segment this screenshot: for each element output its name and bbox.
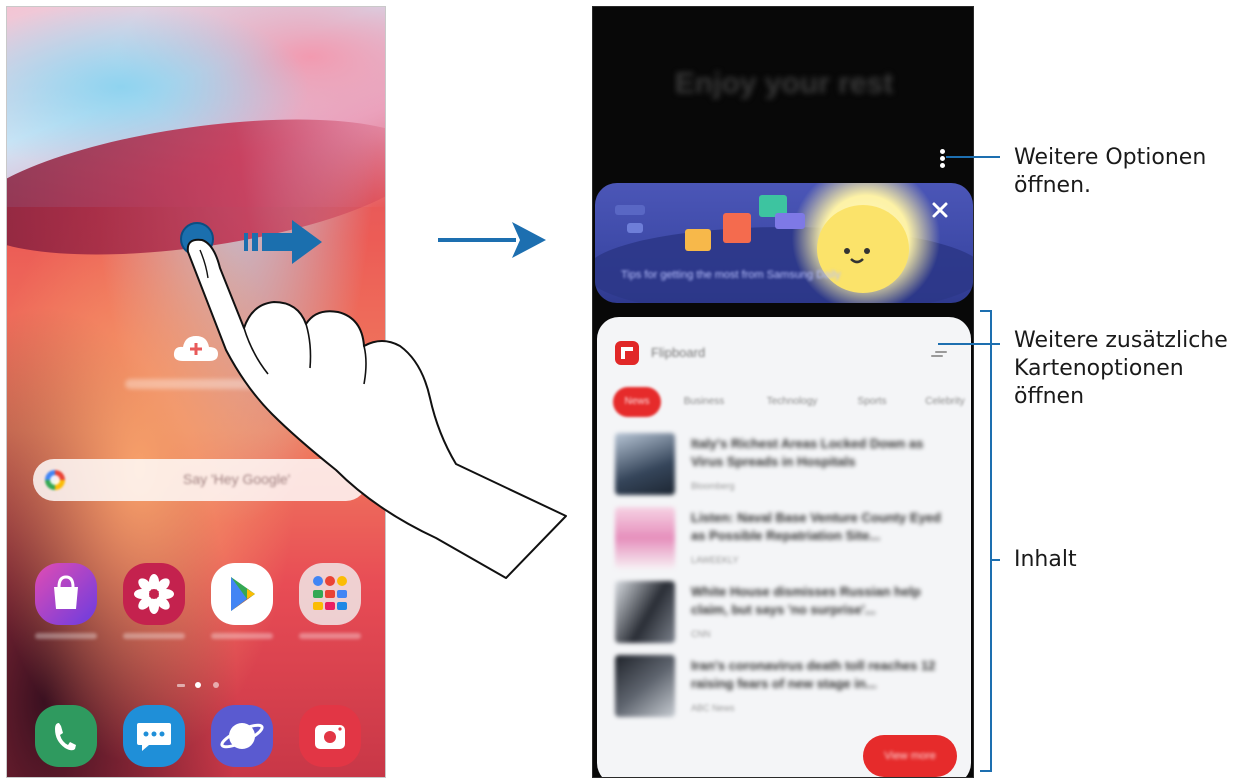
callout-content: Inhalt [1014, 547, 1077, 572]
messages-app[interactable] [123, 705, 185, 767]
flipboard-card[interactable]: Flipboard News Business Technology Sport… [597, 317, 971, 777]
news-title: Iran's coronavirus death toll reaches 12… [691, 658, 936, 691]
bixby-home-screen: Enjoy your rest Tips for getting the mos… [592, 6, 974, 778]
news-title: Italy's Richest Areas Locked Down as Vir… [691, 436, 924, 469]
google-g-icon [45, 470, 65, 490]
page-dot [213, 682, 219, 688]
hand-gesture-icon [186, 238, 567, 579]
chip-celebrity[interactable]: Celebrity [915, 387, 971, 417]
news-title: Listen: Naval Base Venture County Eyed a… [691, 510, 941, 543]
promo-caption: Tips for getting the most from Samsung D… [621, 269, 841, 281]
camera-app[interactable] [299, 705, 361, 767]
close-icon[interactable] [931, 201, 949, 219]
phone-app[interactable] [35, 705, 97, 767]
gallery-app[interactable] [123, 563, 185, 625]
card-app-name: Flipboard [651, 345, 706, 360]
chip-sports[interactable]: Sports [847, 387, 897, 417]
app-label [35, 633, 97, 639]
promo-banner[interactable]: Tips for getting the most from Samsung D… [595, 183, 973, 303]
view-more-label: View more [884, 750, 936, 762]
content-bracket-bottom [980, 770, 992, 772]
news-thumbnail [615, 655, 675, 717]
callout-line-more-options [946, 156, 1000, 158]
flower-icon [134, 574, 174, 614]
news-item[interactable]: White House dismisses Russian help claim… [615, 581, 955, 653]
music-tile-icon [775, 213, 805, 229]
news-source: LAWEEKLY [691, 555, 739, 565]
internet-icon [220, 723, 264, 749]
card-options-handle-icon[interactable] [931, 349, 949, 359]
news-source: ABC News [691, 703, 735, 713]
news-thumbnail [615, 507, 675, 569]
chip-news[interactable]: News [613, 387, 661, 417]
phone-icon [55, 723, 76, 751]
app-label [123, 633, 185, 639]
callout-card-options: Weitere zusätzliche Kartenoptionen öffne… [1014, 328, 1228, 409]
messages-icon [137, 723, 171, 751]
shopping-bag-icon [54, 575, 78, 609]
news-item[interactable]: Italy's Richest Areas Locked Down as Vir… [615, 433, 955, 505]
category-chips: News Business Technology Sports Celebrit… [613, 387, 971, 417]
app-label [299, 633, 361, 639]
chip-business[interactable]: Business [675, 387, 733, 417]
news-item[interactable]: Iran's coronavirus death toll reaches 12… [615, 655, 955, 727]
home-page-dot [195, 682, 201, 688]
more-options-icon[interactable] [939, 149, 947, 169]
view-more-button[interactable]: View more [863, 735, 957, 777]
callout-line-content [992, 559, 1000, 561]
content-bracket-spine [990, 310, 992, 772]
page-title: Enjoy your rest [674, 67, 894, 100]
news-item[interactable]: Listen: Naval Base Venture County Eyed a… [615, 507, 955, 579]
page-dot [177, 684, 185, 687]
callout-more-options: Weitere Optionen öffnen. [1014, 145, 1207, 198]
galaxy-store-app[interactable] [35, 563, 97, 625]
internet-app[interactable] [211, 705, 273, 767]
play-tile-icon [685, 229, 711, 251]
chip-technology[interactable]: Technology [757, 387, 827, 417]
flipboard-logo-icon [615, 341, 639, 365]
promo-tile [627, 223, 643, 233]
news-thumbnail [615, 581, 675, 643]
news-title: White House dismisses Russian help claim… [691, 584, 921, 617]
transition-arrow-icon [438, 222, 546, 258]
app-label [211, 633, 273, 639]
news-thumbnail [615, 433, 675, 495]
news-source: CNN [691, 629, 711, 639]
news-source: Bloomberg [691, 481, 735, 491]
promo-tile [615, 205, 645, 215]
camera-icon [315, 725, 345, 749]
page-indicator [177, 681, 227, 689]
article-tile-icon [723, 213, 751, 243]
